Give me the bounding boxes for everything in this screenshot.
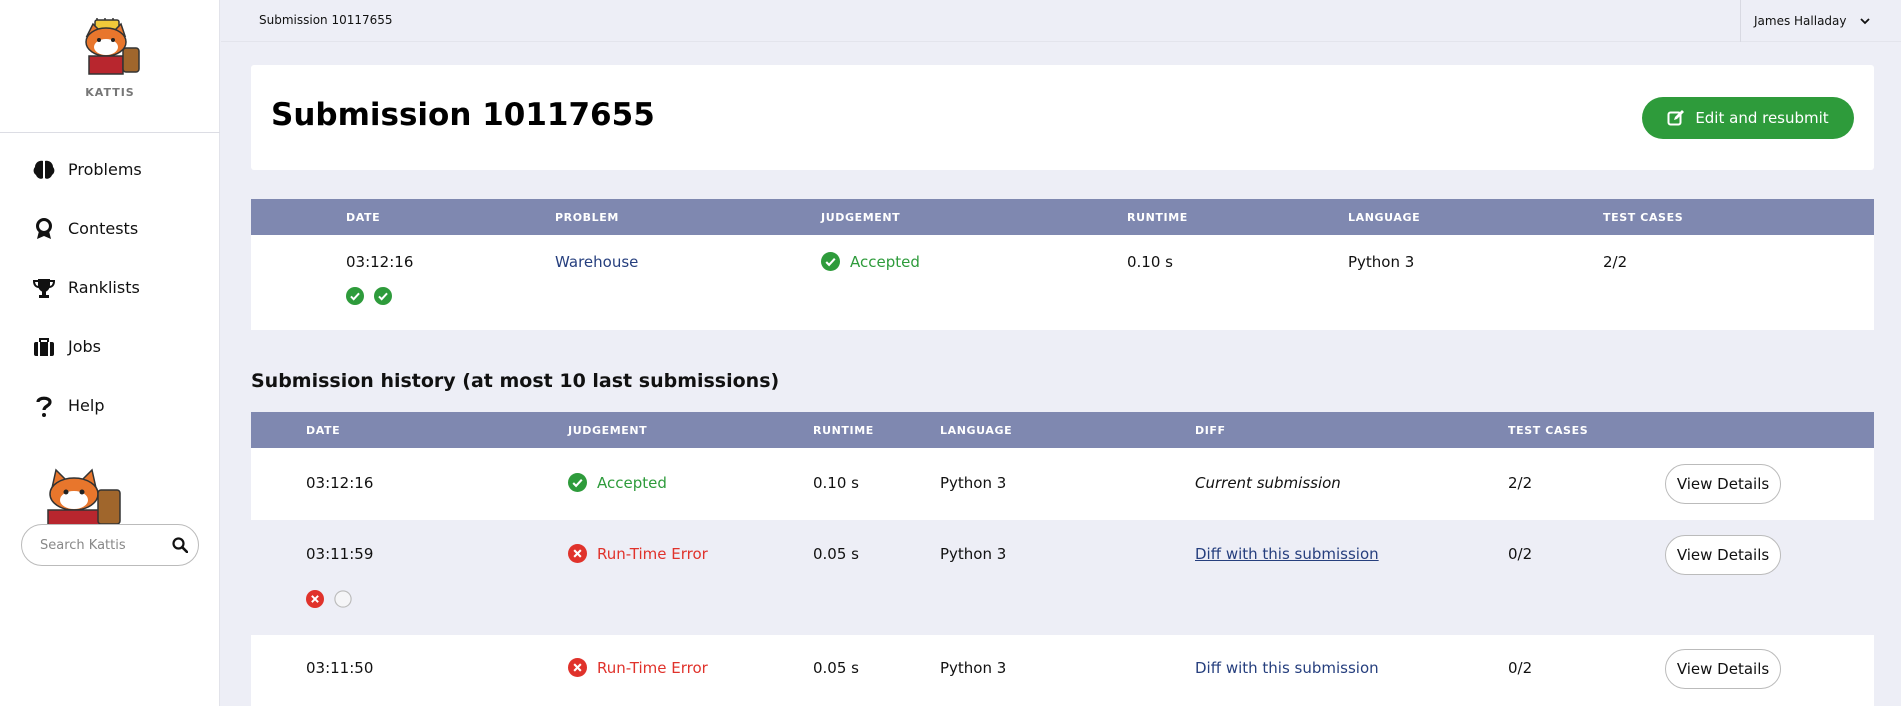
test-cases-cell: 0/2 (1508, 659, 1533, 677)
page-title: Submission 10117655 (271, 97, 655, 133)
judgement-cell: Run-Time Error (568, 544, 708, 563)
table-row: 03:12:16 Accepted 0.10 s Python 3 Curren… (251, 448, 1874, 520)
nav-item-ranklists[interactable]: Ranklists (0, 258, 220, 317)
sidebar-divider (0, 132, 220, 133)
main-nav: Problems Contests Ranklists Jobs Help (0, 140, 220, 435)
column-header-language: LANGUAGE (940, 424, 1013, 437)
column-header-runtime: RUNTIME (813, 424, 874, 437)
nav-label: Contests (68, 219, 139, 238)
brain-icon (32, 158, 56, 182)
diff-link[interactable]: Diff with this submission (1195, 659, 1379, 677)
column-header-judgement: JUDGEMENT (568, 424, 648, 437)
column-header-date: DATE (346, 211, 381, 224)
date-cell: 03:11:50 (306, 659, 374, 677)
logo-text: KATTIS (85, 86, 135, 99)
resubmit-label: Edit and resubmit (1695, 109, 1829, 127)
search-icon[interactable] (168, 533, 192, 557)
edit-icon (1667, 110, 1685, 126)
runtime-cell: 0.10 s (1127, 253, 1173, 271)
column-header-diff: DIFF (1195, 424, 1226, 437)
check-circle-icon (821, 252, 840, 271)
question-icon (32, 394, 56, 418)
edit-and-resubmit-button[interactable]: Edit and resubmit (1642, 97, 1854, 139)
column-header-judgement: JUDGEMENT (821, 211, 901, 224)
column-header-test-cases: TEST CASES (1508, 424, 1589, 437)
column-header-problem: PROBLEM (555, 211, 619, 224)
nav-label: Jobs (68, 337, 101, 356)
language-cell: Python 3 (940, 545, 1007, 563)
briefcase-icon (32, 335, 56, 359)
kattis-mascot-image (47, 468, 121, 524)
test-cases-cell: 0/2 (1508, 545, 1533, 563)
nav-label: Help (68, 396, 105, 415)
table-row: 03:11:50 Run-Time Error 0.05 s Python 3 … (251, 635, 1874, 706)
judgement-text: Accepted (850, 252, 920, 271)
column-header-test-cases: TEST CASES (1603, 211, 1684, 224)
problem-link[interactable]: Warehouse (555, 253, 638, 271)
date-cell: 03:11:59 (306, 545, 374, 563)
user-menu[interactable]: James Halladay (1740, 0, 1901, 42)
error-circle-icon (568, 544, 587, 563)
column-header-runtime: RUNTIME (1127, 211, 1188, 224)
date-cell: 03:12:16 (346, 253, 414, 271)
column-header-language: LANGUAGE (1348, 211, 1421, 224)
nav-item-problems[interactable]: Problems (0, 140, 220, 199)
test-case-pass-icon[interactable] (374, 287, 392, 305)
error-circle-icon (568, 658, 587, 677)
history-title: Submission history (at most 10 last subm… (251, 370, 780, 392)
nav-item-help[interactable]: Help (0, 376, 220, 435)
table-row: 03:11:59 Run-Time Error 0.05 s Python 3 … (251, 520, 1874, 635)
test-cases-cell: 2/2 (1508, 474, 1533, 492)
judgement-text: Run-Time Error (597, 544, 708, 563)
runtime-cell: 0.05 s (813, 545, 859, 563)
table-header: DATE PROBLEM JUDGEMENT RUNTIME LANGUAGE … (251, 199, 1874, 235)
view-details-button[interactable]: View Details (1665, 535, 1781, 575)
top-bar: Submission 10117655 James Halladay (221, 0, 1901, 42)
nav-item-jobs[interactable]: Jobs (0, 317, 220, 376)
submission-summary-table: DATE PROBLEM JUDGEMENT RUNTIME LANGUAGE … (251, 199, 1874, 330)
judgement-cell: Run-Time Error (568, 658, 708, 677)
runtime-cell: 0.05 s (813, 659, 859, 677)
view-details-button[interactable]: View Details (1665, 464, 1781, 504)
sidebar: KATTIS Problems Contests Ranklists Jobs (0, 0, 220, 706)
test-case-skipped-icon[interactable] (334, 590, 352, 608)
language-cell: Python 3 (940, 659, 1007, 677)
test-case-fail-icon[interactable] (306, 590, 324, 608)
test-cases-cell: 2/2 (1603, 253, 1628, 271)
diff-link[interactable]: Diff with this submission (1195, 545, 1379, 563)
table-header: DATE JUDGEMENT RUNTIME LANGUAGE DIFF TES… (251, 412, 1874, 448)
view-details-button[interactable]: View Details (1665, 649, 1781, 689)
kattis-cat-logo-icon (85, 18, 140, 75)
language-cell: Python 3 (1348, 253, 1415, 271)
date-cell: 03:12:16 (306, 474, 374, 492)
nav-item-contests[interactable]: Contests (0, 199, 220, 258)
column-header-date: DATE (306, 424, 341, 437)
kattis-logo[interactable]: KATTIS (0, 18, 220, 99)
breadcrumb: Submission 10117655 (259, 13, 393, 27)
test-case-pass-icon[interactable] (346, 287, 364, 305)
judgement-text: Accepted (597, 473, 667, 492)
table-row: 03:12:16 Warehouse Accepted 0.10 s Pytho… (251, 235, 1874, 330)
judgement-text: Run-Time Error (597, 658, 708, 677)
nav-label: Problems (68, 160, 142, 179)
judgement-cell: Accepted (568, 473, 667, 492)
trophy-icon (32, 276, 56, 300)
nav-label: Ranklists (68, 278, 140, 297)
check-circle-icon (568, 473, 587, 492)
search-input[interactable] (40, 537, 160, 553)
chevron-down-icon (1859, 18, 1870, 25)
language-cell: Python 3 (940, 474, 1007, 492)
submission-header-card: Submission 10117655 Edit and resubmit (251, 65, 1874, 170)
diff-cell: Current submission (1195, 474, 1341, 492)
user-name: James Halladay (1754, 14, 1847, 28)
search-box (21, 524, 199, 566)
submission-history-table: DATE JUDGEMENT RUNTIME LANGUAGE DIFF TES… (251, 412, 1874, 706)
runtime-cell: 0.10 s (813, 474, 859, 492)
medal-icon (32, 217, 56, 241)
judgement-cell: Accepted (821, 252, 920, 271)
